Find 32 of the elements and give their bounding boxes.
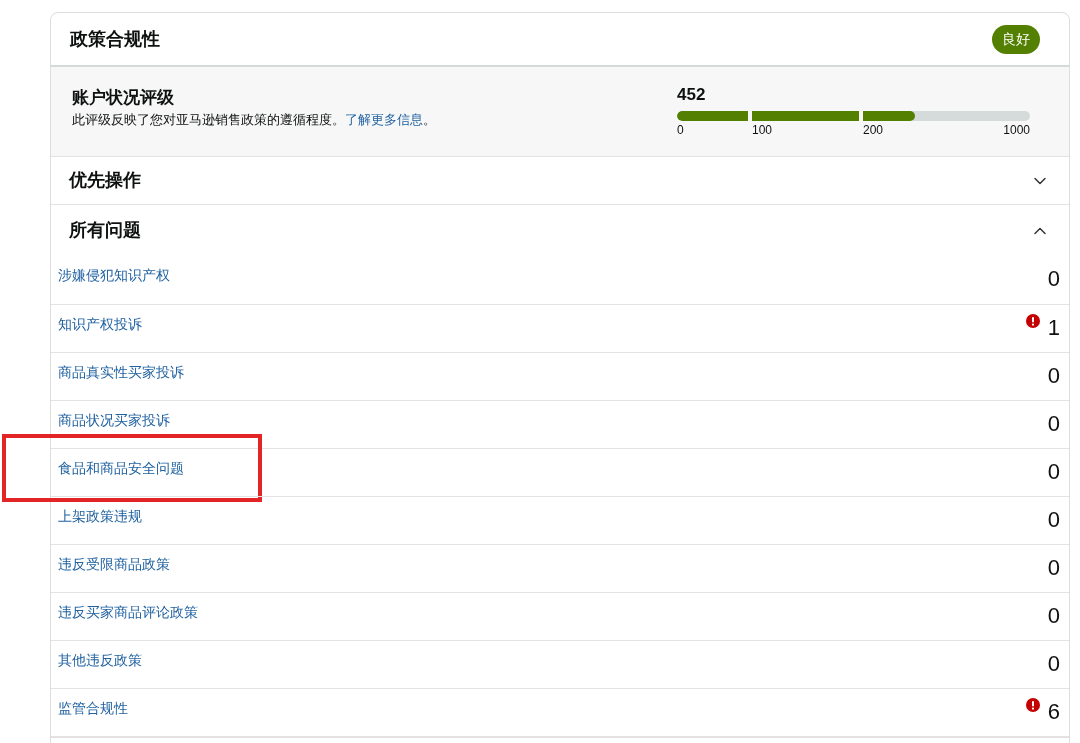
scale-label: 100 (752, 122, 773, 138)
issue-link[interactable]: 违反买家商品评论政策 (58, 593, 198, 621)
issue-link[interactable]: 违反受限商品政策 (58, 545, 170, 573)
issue-link[interactable]: 知识产权投诉 (58, 305, 142, 333)
rating-score: 452 (677, 85, 707, 105)
issue-count: 6 (1047, 698, 1060, 725)
issue-count: 0 (1047, 458, 1060, 485)
issue-link[interactable]: 监管合规性 (58, 689, 128, 717)
card-title: 政策合规性 (70, 27, 160, 51)
issue-link[interactable]: 商品状况买家投诉 (58, 401, 170, 429)
accordion-header[interactable]: 优先操作 (51, 157, 1069, 205)
issue-count: 0 (1047, 265, 1060, 292)
issue-link[interactable]: 上架政策违规 (58, 497, 142, 525)
issue-count: 0 (1047, 554, 1060, 581)
rating-title: 账户状况评级 (72, 87, 175, 109)
learn-more-link[interactable]: 了解更多信息 (345, 112, 423, 127)
rating-description: 此评级反映了您对亚马逊销售政策的遵循程度。了解更多信息。 (72, 111, 437, 129)
issue-count: 1 (1047, 314, 1060, 341)
status-badge: 良好 (992, 24, 1040, 54)
issue-link[interactable]: 涉嫌侵犯知识产权 (58, 256, 170, 284)
issue-count: 0 (1047, 506, 1060, 533)
issue-link[interactable]: 食品和商品安全问题 (58, 449, 184, 477)
scale-label: 0 (677, 122, 684, 138)
issue-count: 0 (1047, 410, 1060, 437)
accordion-header[interactable]: 所有问题 (51, 205, 1069, 256)
issue-count: 0 (1047, 602, 1060, 629)
scale-label: 1000 (1003, 122, 1030, 138)
scale-label: 200 (863, 122, 884, 138)
issue-link[interactable]: 其他违反政策 (58, 641, 142, 669)
issue-link[interactable]: 商品真实性买家投诉 (58, 353, 184, 381)
issue-count: 0 (1047, 362, 1060, 389)
issue-count: 0 (1047, 650, 1060, 677)
